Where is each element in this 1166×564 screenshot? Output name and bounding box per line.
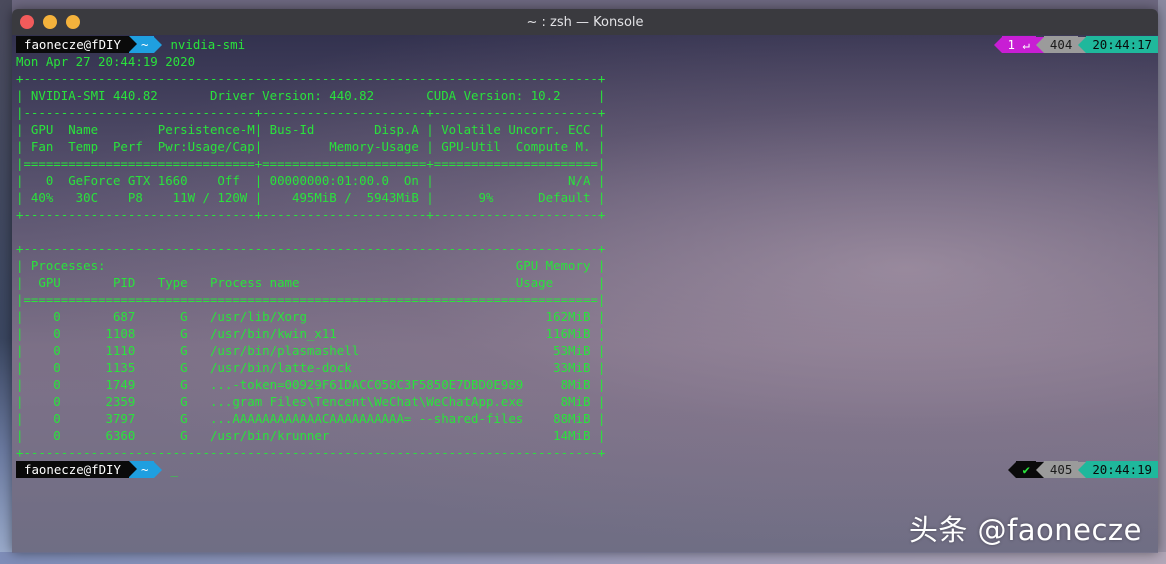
typed-command: nvidia-smi xyxy=(170,37,246,52)
prompt-end-arrow-icon xyxy=(154,36,163,53)
exit-status-badge: 1 ↵ xyxy=(1001,36,1036,53)
status-arrow-icon xyxy=(993,36,1002,53)
prompt-user-host: faonecze@fDIY xyxy=(16,36,129,53)
prompt-separator-icon xyxy=(128,461,137,477)
output-line: +---------------------------------------… xyxy=(16,71,606,86)
prompt-separator-icon xyxy=(128,36,137,52)
output-line: +-------------------------------+-------… xyxy=(16,207,606,222)
process-row: | 0 1135 G /usr/bin/latte-dock 33MiB | xyxy=(16,360,606,375)
right-prompt-2: ✔ 405 20:44:19 xyxy=(1008,461,1158,478)
output-line: | GPU PID Type Process name Usage | xyxy=(16,275,606,290)
time-arrow-icon xyxy=(1078,36,1087,53)
history-number: 405 xyxy=(1043,461,1079,478)
output-line: | 40% 30C P8 11W / 120W | 495MiB / 5943M… xyxy=(16,190,606,205)
process-row: | 0 1749 G ...-token=00929F61DACC058C3F5… xyxy=(16,377,606,392)
shell-prompt-1: faonecze@fDIY ~ nvidia-smi xyxy=(16,36,245,53)
maximize-window-button[interactable] xyxy=(66,15,80,29)
terminal-area[interactable]: faonecze@fDIY ~ nvidia-smi 1 ↵ 404 20:44… xyxy=(12,35,1158,553)
exit-status-badge: ✔ xyxy=(1016,461,1036,478)
output-line: |-------------------------------+-------… xyxy=(16,105,606,120)
konsole-window: ~ : zsh — Konsole faonecze@fDIY ~ nvidia… xyxy=(12,9,1158,553)
output-line: +---------------------------------------… xyxy=(16,241,606,256)
time-arrow-icon xyxy=(1078,461,1087,478)
output-line: | GPU Name Persistence-M| Bus-Id Disp.A … xyxy=(16,122,606,137)
output-line: | Processes: GPU Memory | xyxy=(16,258,606,273)
output-line: |===============================+=======… xyxy=(16,156,606,171)
prompt-directory-segment: ~ xyxy=(128,461,155,478)
desktop-background-bottom xyxy=(0,552,1166,564)
status-arrow-icon xyxy=(1008,461,1017,478)
output-line: | NVIDIA-SMI 440.82 Driver Version: 440.… xyxy=(16,88,606,103)
prompt-directory-segment: ~ xyxy=(128,36,155,53)
prompt-end-arrow-icon xyxy=(154,461,163,478)
process-row: | 0 2359 G ...gram Files\Tencent\WeChat\… xyxy=(16,394,606,409)
process-row: | 0 1108 G /usr/bin/kwin_x11 116MiB | xyxy=(16,326,606,341)
watermark-text: 头条 @faonecze xyxy=(908,513,1142,547)
output-line: +---------------------------------------… xyxy=(16,445,606,460)
output-line: |=======================================… xyxy=(16,292,606,307)
process-row: | 0 3797 G ...AAAAAAAAAAAACAAAAAAAAAA= -… xyxy=(16,411,606,426)
history-arrow-icon xyxy=(1035,36,1044,53)
prompt-time: 20:44:19 xyxy=(1086,461,1158,478)
process-row: | 0 6360 G /usr/bin/krunner 14MiB | xyxy=(16,428,606,443)
window-title: ~ : zsh — Konsole xyxy=(526,14,644,30)
output-line: | 0 GeForce GTX 1660 Off | 00000000:01:0… xyxy=(16,173,606,188)
desktop-background-left xyxy=(0,0,12,564)
terminal-cursor[interactable]: _ xyxy=(162,461,177,478)
desktop-background-right xyxy=(1158,0,1166,564)
window-titlebar[interactable]: ~ : zsh — Konsole xyxy=(12,9,1158,35)
close-window-button[interactable] xyxy=(20,15,34,29)
right-prompt-1: 1 ↵ 404 20:44:17 xyxy=(993,36,1158,53)
prompt-time: 20:44:17 xyxy=(1086,36,1158,53)
process-row: | 0 687 G /usr/lib/Xorg 162MiB | xyxy=(16,309,606,324)
prompt-directory: ~ xyxy=(140,462,149,477)
minimize-window-button[interactable] xyxy=(43,15,57,29)
shell-prompt-2: faonecze@fDIY ~ _ xyxy=(16,461,178,478)
prompt-directory: ~ xyxy=(140,37,149,52)
window-controls xyxy=(20,15,80,29)
process-row: | 0 1110 G /usr/bin/plasmashell 53MiB | xyxy=(16,343,606,358)
history-number: 404 xyxy=(1043,36,1079,53)
output-line: Mon Apr 27 20:44:19 2020 xyxy=(16,54,196,69)
prompt-user-host: faonecze@fDIY xyxy=(16,461,129,478)
output-line: | Fan Temp Perf Pwr:Usage/Cap| Memory-Us… xyxy=(16,139,606,154)
history-arrow-icon xyxy=(1035,461,1044,478)
